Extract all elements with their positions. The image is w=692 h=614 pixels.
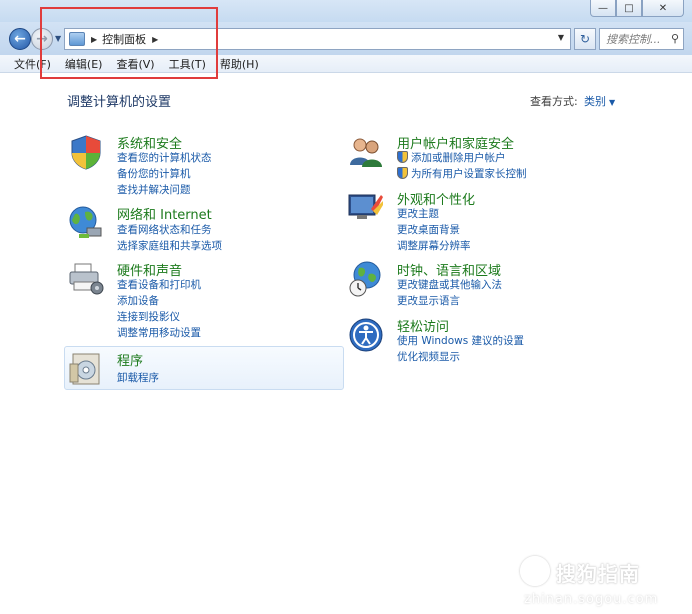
category-title[interactable]: 程序	[117, 350, 143, 369]
minimize-button[interactable]: —	[590, 0, 616, 17]
view-by-label: 查看方式:	[530, 95, 578, 108]
network-globe-icon[interactable]	[67, 204, 105, 242]
maximize-button[interactable]: □	[616, 0, 642, 17]
breadcrumb-control-panel[interactable]: 控制面板	[102, 31, 146, 47]
link-optimize-display[interactable]: 优化视频显示	[397, 349, 460, 364]
link-label[interactable]: 添加或删除用户帐户	[411, 152, 506, 164]
view-by-dropdown[interactable]: 类别 ▼	[584, 93, 615, 109]
address-bar[interactable]: ▶ 控制面板 ▶ ▼	[64, 28, 571, 50]
link-backup-computer[interactable]: 备份您的计算机	[117, 166, 191, 181]
link-devices-printers[interactable]: 查看设备和打印机	[117, 277, 201, 292]
link-view-computer-status[interactable]: 查看您的计算机状态	[117, 150, 212, 165]
search-icon[interactable]: ⚲	[671, 32, 679, 45]
menu-file[interactable]: 文件(F)	[14, 56, 51, 72]
link-change-background[interactable]: 更改桌面背景	[397, 222, 460, 237]
link-change-theme[interactable]: 更改主题	[397, 206, 439, 221]
view-by-value[interactable]: 类别	[584, 95, 606, 108]
link-mobility-settings[interactable]: 调整常用移动设置	[117, 325, 201, 340]
uac-shield-icon	[397, 167, 408, 179]
category-title[interactable]: 网络和 Internet	[117, 204, 212, 223]
link-homegroup-sharing[interactable]: 选择家庭组和共享选项	[117, 238, 222, 253]
watermark-url: zhinan.sogou.com	[524, 592, 659, 607]
search-placeholder: 搜索控制...	[606, 33, 661, 46]
recent-pages-dropdown[interactable]: ▼	[55, 34, 61, 43]
menu-tools[interactable]: 工具(T)	[169, 56, 206, 72]
printer-icon[interactable]	[67, 260, 105, 298]
refresh-button[interactable]: ↻	[574, 28, 596, 50]
programs-icon[interactable]	[67, 350, 105, 388]
link-recommended-settings[interactable]: 使用 Windows 建议的设置	[397, 333, 524, 348]
link-add-remove-users[interactable]: 添加或删除用户帐户	[397, 150, 506, 165]
forward-button[interactable]: →	[31, 28, 53, 50]
shield-icon[interactable]	[67, 133, 105, 171]
appearance-icon[interactable]	[347, 189, 385, 227]
sogou-logo-icon	[520, 556, 550, 586]
link-parental-controls[interactable]: 为所有用户设置家长控制	[397, 166, 527, 181]
address-dropdown-icon[interactable]: ▼	[558, 33, 564, 42]
watermark: 搜狗指南 zhinan.sogou.com	[520, 554, 690, 614]
link-change-display-language[interactable]: 更改显示语言	[397, 293, 460, 308]
users-icon[interactable]	[347, 133, 385, 171]
breadcrumb-arrow-icon[interactable]: ▶	[91, 35, 97, 44]
breadcrumb-arrow-icon[interactable]: ▶	[152, 35, 158, 44]
chevron-down-icon[interactable]: ▼	[609, 98, 615, 107]
link-uninstall-program[interactable]: 卸载程序	[117, 370, 159, 385]
ease-of-access-icon[interactable]	[347, 316, 385, 354]
menu-help[interactable]: 帮助(H)	[220, 56, 259, 72]
close-button[interactable]: ✕	[642, 0, 684, 17]
title-bar: — □ ✕	[0, 0, 692, 22]
category-programs-highlight[interactable]	[64, 346, 344, 390]
link-network-status[interactable]: 查看网络状态和任务	[117, 222, 212, 237]
globe-clock-icon[interactable]	[347, 260, 385, 298]
link-change-input-method[interactable]: 更改键盘或其他输入法	[397, 277, 502, 292]
uac-shield-icon	[397, 151, 408, 163]
menu-edit[interactable]: 编辑(E)	[65, 56, 103, 72]
link-add-device[interactable]: 添加设备	[117, 293, 159, 308]
link-screen-resolution[interactable]: 调整屏幕分辨率	[397, 238, 471, 253]
main-content: 调整计算机的设置 查看方式: 类别 ▼ 系统和安全 查看您的计算机状态 备份您的计…	[0, 74, 692, 607]
link-label[interactable]: 为所有用户设置家长控制	[411, 168, 527, 180]
watermark-text: 搜狗指南	[556, 562, 640, 586]
window-controls: — □ ✕	[590, 0, 684, 17]
navigation-bar: ← → ▼ ▶ 控制面板 ▶ ▼ ↻ 搜索控制... ⚲	[0, 22, 692, 55]
page-title: 调整计算机的设置	[67, 95, 172, 110]
back-button[interactable]: ←	[9, 28, 31, 50]
search-input[interactable]: 搜索控制... ⚲	[599, 28, 684, 50]
link-connect-projector[interactable]: 连接到投影仪	[117, 309, 180, 324]
menu-view[interactable]: 查看(V)	[116, 56, 154, 72]
control-panel-icon	[69, 32, 85, 46]
link-troubleshoot[interactable]: 查找并解决问题	[117, 182, 191, 197]
menu-bar: 文件(F) 编辑(E) 查看(V) 工具(T) 帮助(H)	[0, 55, 692, 73]
